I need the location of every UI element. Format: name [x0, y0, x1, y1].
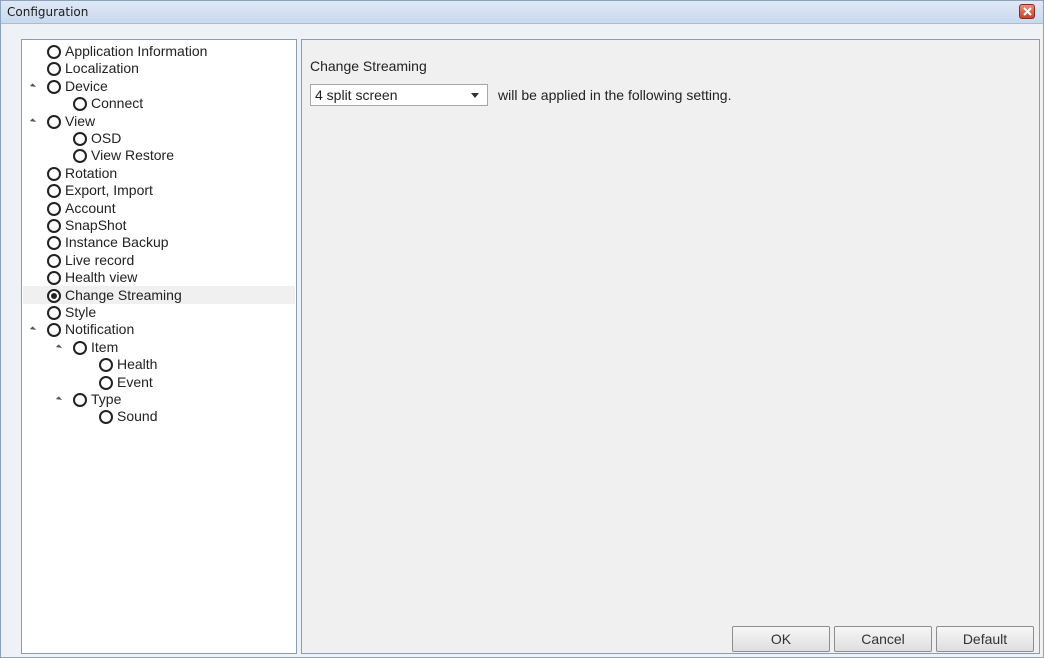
tree-item[interactable]: Style [23, 303, 295, 321]
title-bar: Configuration [1, 1, 1043, 24]
default-button[interactable]: Default [936, 626, 1034, 652]
tree-item[interactable]: Notification [23, 320, 295, 338]
radio-icon [47, 79, 61, 94]
tree-item-label: View Restore [91, 147, 175, 164]
radio-icon [47, 166, 61, 181]
radio-icon [47, 114, 61, 129]
radio-icon [47, 253, 61, 268]
tree-item-label: Live record [65, 251, 135, 268]
radio-icon [99, 375, 113, 390]
radio-icon [47, 201, 61, 216]
radio-icon [47, 219, 61, 233]
tree-item[interactable]: Health [23, 355, 295, 373]
tree-item[interactable]: Type [23, 390, 295, 408]
tree-item-label: Notification [65, 321, 135, 338]
expand-arrow-icon[interactable] [29, 326, 37, 334]
radio-icon [47, 306, 61, 320]
radio-icon [73, 97, 87, 112]
tree-item-label: Account [65, 199, 116, 216]
tree-item[interactable]: Connect [23, 94, 295, 112]
tree-item[interactable]: Change Streaming [23, 285, 295, 304]
tree-item[interactable]: View [23, 112, 295, 130]
tree-item-label: Connect [91, 95, 144, 112]
apply-description: will be applied in the following setting… [498, 87, 732, 103]
tree-item[interactable]: Device [23, 77, 295, 95]
radio-icon [73, 393, 87, 407]
radio-icon [73, 340, 87, 355]
tree-item-label: Device [65, 77, 108, 94]
tree-item[interactable]: Event [23, 373, 295, 391]
tree-item-label: Health view [65, 269, 138, 286]
configuration-window: Configuration Application Information Loc… [0, 0, 1044, 658]
radio-icon [47, 271, 61, 286]
radio-icon [47, 236, 61, 251]
radio-icon [47, 62, 61, 77]
expand-arrow-icon[interactable] [29, 83, 37, 90]
tree-item-label: OSD [91, 130, 122, 146]
expand-arrow-icon[interactable] [29, 117, 37, 125]
tree-item[interactable]: Account [23, 199, 295, 217]
tree-item-label: Health [117, 356, 158, 373]
section-title: Change Streaming [310, 58, 427, 74]
tree-item[interactable]: Export, Import [23, 181, 295, 199]
expand-arrow-icon[interactable] [55, 344, 63, 351]
window-title: Configuration [7, 5, 89, 19]
ok-button[interactable]: OK [732, 626, 830, 652]
tree-item[interactable]: Rotation [23, 164, 295, 182]
radio-icon [47, 184, 61, 199]
cancel-button[interactable]: Cancel [834, 626, 932, 652]
radio-icon [73, 149, 87, 164]
tree-item-label: Application Information [65, 43, 208, 59]
tree-item[interactable]: OSD [23, 129, 295, 147]
tree-item[interactable]: SnapShot [23, 216, 295, 234]
tree-item-label: Type [91, 391, 122, 407]
tree-item-label: View [65, 112, 96, 129]
tree-item-label: Style [65, 304, 97, 320]
streaming-select[interactable]: 4 split screen [310, 84, 488, 106]
chevron-down-icon [471, 93, 479, 98]
tree-item[interactable]: View Restore [23, 146, 295, 164]
tree-item-label: Change Streaming [65, 286, 182, 303]
settings-content: Change Streaming 4 split screen will be … [301, 39, 1040, 654]
radio-icon [73, 132, 87, 146]
tree-item[interactable]: Item [23, 338, 295, 356]
tree-item[interactable]: Instance Backup [23, 233, 295, 251]
tree-item[interactable]: Localization [23, 59, 295, 77]
radio-icon [47, 288, 61, 303]
radio-icon [47, 45, 61, 59]
expand-arrow-icon[interactable] [55, 396, 63, 403]
streaming-select-value: 4 split screen [315, 87, 398, 103]
tree-item[interactable]: Health view [23, 268, 295, 286]
close-button[interactable] [1019, 4, 1035, 19]
close-icon [1023, 7, 1032, 16]
radio-icon [99, 358, 113, 373]
tree-item-label: Instance Backup [65, 234, 169, 251]
radio-icon [99, 410, 113, 425]
tree-item-label: Sound [117, 408, 158, 425]
tree-item-label: Export, Import [65, 182, 153, 199]
tree-item[interactable]: Sound [23, 407, 295, 425]
radio-icon [47, 323, 61, 338]
tree-item-label: Localization [65, 60, 139, 77]
tree-item-label: Rotation [65, 164, 118, 181]
settings-tree[interactable]: Application Information Localization Devic… [21, 39, 297, 654]
tree-item-label: Event [117, 373, 153, 390]
tree-item[interactable]: Live record [23, 251, 295, 269]
tree-item-label: SnapShot [65, 217, 127, 233]
tree-item[interactable]: Application Information [23, 42, 295, 60]
tree-item-label: Item [91, 338, 119, 355]
